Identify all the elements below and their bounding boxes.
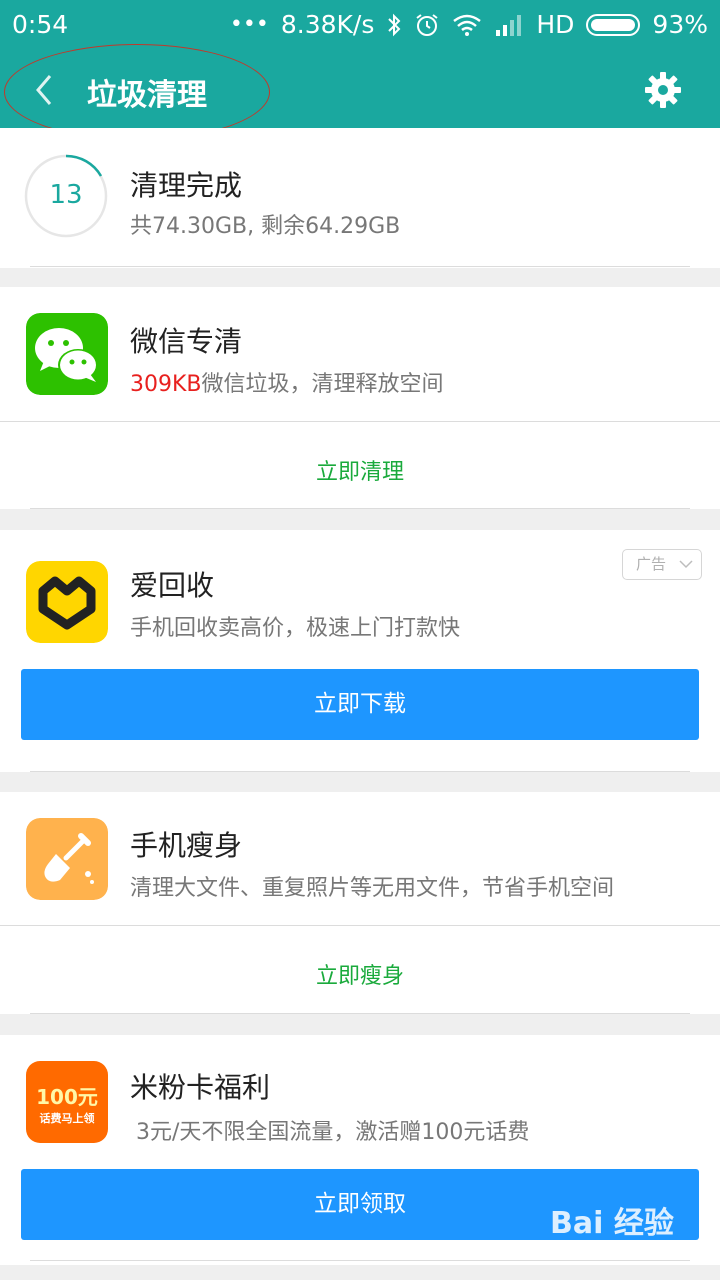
- divider: [30, 771, 690, 772]
- hd-label: HD: [536, 10, 575, 39]
- wechat-clean-button[interactable]: 立即清理: [0, 454, 720, 486]
- net-speed: 8.38K/s: [280, 10, 375, 39]
- ad-label: 广告: [636, 555, 667, 573]
- divider: [30, 1260, 690, 1261]
- wechat-icon: [26, 313, 108, 395]
- divider: [30, 508, 690, 509]
- status-time: 0:54: [12, 10, 69, 39]
- status-bar: 0:54 ••• 8.38K/s HD 93%: [0, 0, 720, 52]
- divider: [0, 925, 720, 926]
- recycle-download-button[interactable]: 立即下载: [21, 669, 699, 740]
- summary-card: [0, 128, 720, 268]
- app-bar: 垃圾清理: [0, 52, 720, 128]
- wifi-icon: [453, 14, 482, 36]
- mifen-desc: 3元/天不限全国流量，激活赠100元话费: [136, 1120, 530, 1145]
- back-arrow-icon[interactable]: [30, 70, 60, 110]
- page-title: 垃圾清理: [87, 78, 207, 113]
- chevron-down-icon: [679, 560, 693, 569]
- recycle-title: 爱回收: [130, 569, 215, 602]
- divider: [0, 421, 720, 422]
- wechat-title: 微信专清: [130, 325, 243, 358]
- progress-count: 13: [49, 180, 83, 210]
- ad-tag[interactable]: 广告: [622, 549, 702, 580]
- wechat-size: 309KB: [130, 372, 202, 397]
- battery-icon: [586, 13, 641, 36]
- baidu-watermark-url: jingyan.baidu.com: [553, 1240, 673, 1255]
- shovel-icon: [26, 818, 108, 900]
- summary-subtitle: 共74.30GB, 剩余64.29GB: [130, 214, 401, 239]
- wechat-desc: 微信垃圾，清理释放空间: [201, 372, 444, 397]
- mifen-card-icon: 100元 话费马上领: [26, 1061, 108, 1143]
- slim-title: 手机瘦身: [130, 829, 243, 862]
- gear-icon[interactable]: [643, 70, 683, 110]
- divider: [30, 266, 690, 267]
- baidu-watermark: Bai 经验: [550, 1206, 674, 1241]
- divider: [30, 1013, 690, 1014]
- summary-title: 清理完成: [130, 169, 243, 202]
- status-dots: •••: [229, 12, 269, 37]
- battery-percent: 93%: [652, 10, 708, 39]
- slim-desc: 清理大文件、重复照片等无用文件，节省手机空间: [130, 876, 615, 901]
- mifen-icon-line1: 100元: [36, 1085, 98, 1109]
- wechat-subtitle: 309KB微信垃圾，清理释放空间: [130, 366, 444, 398]
- slim-button[interactable]: 立即瘦身: [0, 958, 720, 990]
- bluetooth-icon: [388, 13, 401, 36]
- alarm-icon: [416, 13, 438, 36]
- recycle-desc: 手机回收卖高价，极速上门打款快: [130, 616, 461, 641]
- mifen-icon-line2: 话费马上领: [39, 1112, 95, 1125]
- mifen-title: 米粉卡福利: [130, 1071, 271, 1104]
- signal-icon: [496, 14, 522, 36]
- recycle-icon: [26, 561, 108, 643]
- status-right: ••• 8.38K/s HD 93%: [230, 10, 708, 39]
